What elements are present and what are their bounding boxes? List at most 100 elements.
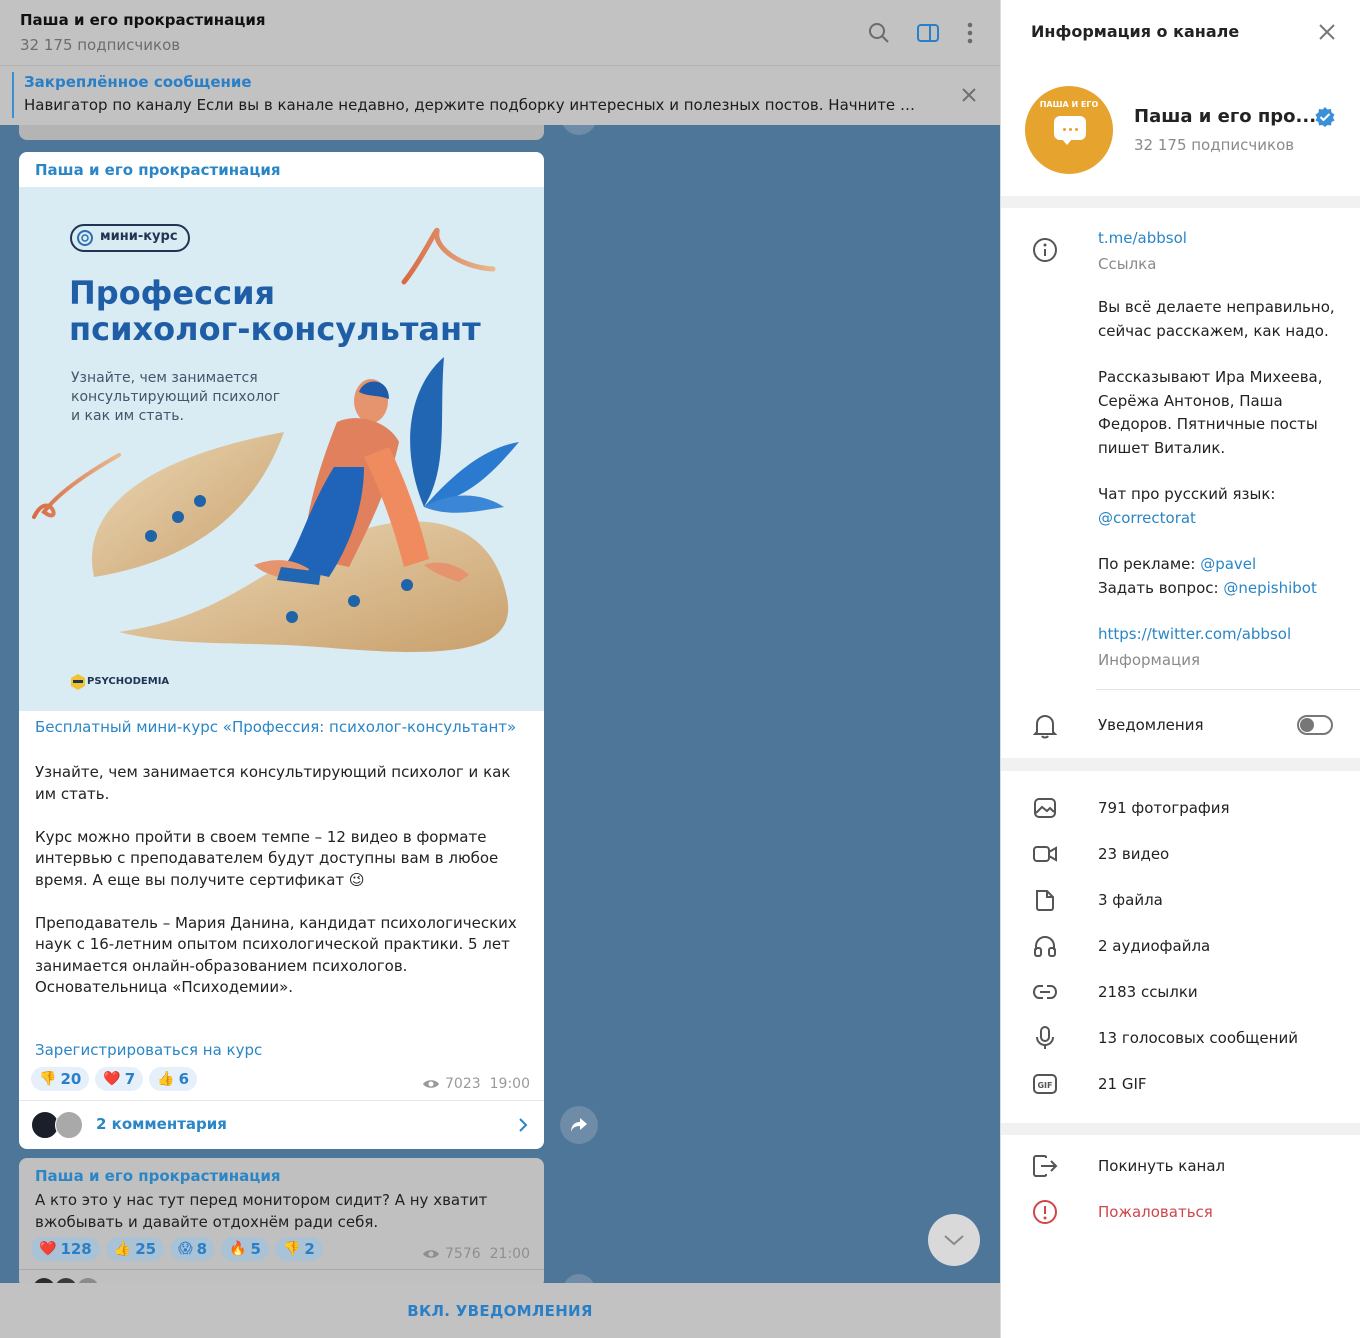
- media-label: 3 файла: [1098, 891, 1163, 909]
- poster-illustration: [32, 224, 519, 690]
- ads-handle-link[interactable]: @pavel: [1200, 555, 1256, 573]
- previous-message[interactable]: [19, 125, 544, 140]
- chat-title[interactable]: Паша и его прокрастинация: [20, 11, 266, 29]
- reaction-emoji: ❤️: [103, 1071, 121, 1087]
- avatar-text: ПАША И ЕГО: [1039, 100, 1099, 109]
- post-channel-name[interactable]: Паша и его прокрастинация: [35, 1167, 281, 1185]
- post-meta: 7023 19:00: [422, 1076, 530, 1092]
- post-text: А кто это у нас тут перед монитором сиди…: [35, 1191, 488, 1231]
- reaction-heart[interactable]: ❤️ 128: [31, 1237, 100, 1261]
- scroll-down-button[interactable]: [928, 1214, 980, 1266]
- enable-notifications-button[interactable]: ВКЛ. УВЕДОМЛЕНИЯ: [0, 1283, 1000, 1338]
- register-link[interactable]: Зарегистрироваться на курс: [35, 1041, 262, 1059]
- ask-handle-link[interactable]: @nepishibot: [1223, 579, 1317, 597]
- comments-button[interactable]: 2 комментария: [19, 1100, 544, 1149]
- chevron-down-icon: [944, 1235, 964, 1246]
- chat-handle-link[interactable]: @correctorat: [1098, 507, 1343, 531]
- media-row-voice[interactable]: 13 голосовых сообщений: [1001, 1015, 1360, 1061]
- reaction-emoji: 👍: [157, 1071, 175, 1087]
- media-label: 2183 ссылки: [1098, 983, 1198, 1001]
- eye-icon: [423, 1250, 439, 1258]
- ask-label: Задать вопрос:: [1098, 578, 1219, 597]
- search-button[interactable]: [866, 20, 892, 46]
- info-close-button[interactable]: [1316, 21, 1340, 45]
- notifications-row[interactable]: Уведомления: [1001, 698, 1360, 753]
- report-label: Пожаловаться: [1098, 1203, 1213, 1221]
- channel-post[interactable]: Паша и его прокрастинация А кто это у на…: [19, 1158, 544, 1288]
- sidebar-toggle-button[interactable]: [915, 20, 941, 46]
- poster-heading-line2: психолог-консультант: [69, 310, 481, 348]
- description-chat-label: Чат про русский язык:: [1098, 485, 1276, 503]
- enable-notifications-label: ВКЛ. УВЕДОМЛЕНИЯ: [407, 1301, 593, 1320]
- notifications-toggle[interactable]: [1297, 715, 1333, 735]
- media-label: 21 GIF: [1098, 1075, 1147, 1093]
- pinned-message[interactable]: Закреплённое сообщение Навигатор по кана…: [0, 66, 1000, 125]
- description-paragraph: Вы всё делаете неправильно, сейчас расск…: [1098, 298, 1335, 340]
- info-header: Информация о канале ПАША И ЕГО Паша и ег…: [1001, 0, 1360, 196]
- media-row-files[interactable]: 3 файла: [1001, 877, 1360, 923]
- pinned-close-button[interactable]: [959, 85, 981, 107]
- post-reactions: ❤️ 128 👍 25 😱 8 🔥 5 👎 2: [31, 1237, 323, 1261]
- channel-link-caption: Ссылка: [1098, 255, 1157, 273]
- photo-icon: [1032, 795, 1058, 821]
- chevron-right-icon: [519, 1118, 528, 1132]
- leave-channel-button[interactable]: Покинуть канал: [1001, 1143, 1360, 1189]
- reaction-emoji: 👎: [39, 1071, 57, 1087]
- post-reactions: 👎 20 ❤️ 7 👍 6: [31, 1067, 198, 1091]
- info-icon: [1032, 237, 1058, 263]
- previous-share-button[interactable]: [561, 125, 597, 135]
- reaction-heart[interactable]: ❤️ 7: [95, 1067, 144, 1091]
- media-row-videos[interactable]: 23 видео: [1001, 831, 1360, 877]
- post-views: 7576: [445, 1246, 481, 1262]
- media-label: 13 голосовых сообщений: [1098, 1029, 1298, 1047]
- channel-link[interactable]: t.me/abbsol: [1098, 229, 1187, 247]
- poster-heading-line1: Профессия: [69, 274, 276, 312]
- report-button[interactable]: Пожаловаться: [1001, 1189, 1360, 1235]
- reaction-thumbs-up[interactable]: 👍 6: [149, 1067, 198, 1091]
- channel-post[interactable]: Паша и его прокрастинация мини-курс Проф…: [19, 152, 544, 1149]
- notifications-label: Уведомления: [1098, 716, 1204, 734]
- reaction-emoji: 🔥: [229, 1241, 247, 1257]
- avatar: [55, 1111, 83, 1139]
- reaction-thumbs-down[interactable]: 👎 2: [274, 1237, 323, 1261]
- search-icon: [869, 23, 889, 43]
- chat-header[interactable]: Паша и его прокрастинация 32 175 подписч…: [0, 0, 1000, 66]
- media-row-gif[interactable]: GIF 21 GIF: [1001, 1061, 1360, 1107]
- sidebar-toggle-icon: [917, 24, 939, 42]
- post-views: 7023: [445, 1076, 481, 1092]
- reaction-count: 7: [124, 1070, 136, 1088]
- media-row-photos[interactable]: 791 фотография: [1001, 785, 1360, 831]
- video-icon: [1032, 841, 1058, 867]
- info-subscribers: 32 175 подписчиков: [1134, 136, 1295, 154]
- gif-icon: GIF: [1032, 1071, 1058, 1097]
- channel-avatar[interactable]: ПАША И ЕГО: [1025, 86, 1113, 174]
- svg-text:GIF: GIF: [1037, 1081, 1052, 1090]
- poster-badge: мини-курс: [100, 229, 178, 244]
- reaction-scream[interactable]: 😱 8: [170, 1237, 216, 1261]
- reaction-thumbs-down[interactable]: 👎 20: [31, 1067, 90, 1091]
- more-button[interactable]: [957, 20, 983, 46]
- post-image[interactable]: мини-курс Профессия психолог-консультант…: [19, 187, 544, 711]
- more-vert-icon: [967, 22, 973, 44]
- reaction-count: 20: [60, 1070, 82, 1088]
- reaction-fire[interactable]: 🔥 5: [221, 1237, 269, 1261]
- reaction-emoji: ❤️: [39, 1241, 57, 1257]
- post-channel-name[interactable]: Паша и его прокрастинация: [35, 161, 281, 179]
- reaction-emoji: 😱: [178, 1241, 193, 1257]
- info-actions: Покинуть канал Пожаловаться: [1001, 1135, 1360, 1338]
- media-row-links[interactable]: 2183 ссылки: [1001, 969, 1360, 1015]
- share-button[interactable]: [560, 1106, 598, 1144]
- file-icon: [1032, 887, 1058, 913]
- pinned-title: Закреплённое сообщение: [24, 73, 252, 91]
- poster-subtext-line3: и как им стать.: [71, 408, 184, 424]
- media-row-audio[interactable]: 2 аудиофайла: [1001, 923, 1360, 969]
- post-link-title[interactable]: Бесплатный мини-курс «Профессия: психоло…: [35, 718, 516, 736]
- info-title: Информация о канале: [1031, 22, 1240, 41]
- twitter-caption: Информация: [1098, 650, 1201, 669]
- ads-label: По рекламе:: [1098, 555, 1196, 573]
- leave-channel-label: Покинуть канал: [1098, 1157, 1226, 1175]
- poster-subtext-line2: консультирующий психолог: [71, 389, 281, 405]
- reaction-thumbs-up[interactable]: 👍 25: [105, 1237, 165, 1261]
- pinned-indicator: [12, 72, 14, 118]
- twitter-link[interactable]: https://twitter.com/abbsol: [1098, 623, 1343, 647]
